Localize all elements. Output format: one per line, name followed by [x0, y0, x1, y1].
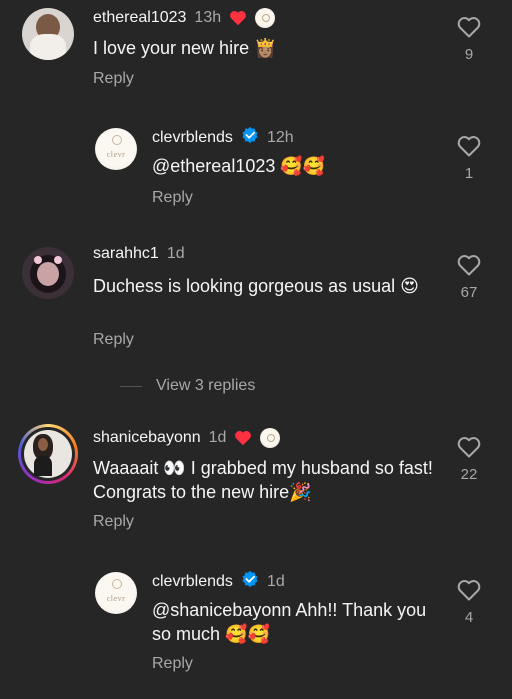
like-button[interactable]: 4	[449, 579, 489, 626]
avatar-story-ring[interactable]	[18, 424, 78, 484]
avatar[interactable]	[22, 247, 74, 299]
like-button[interactable]: 22	[449, 436, 489, 483]
timestamp: 12h	[266, 128, 294, 146]
like-count: 67	[460, 284, 478, 301]
heart-outline-icon	[449, 579, 489, 601]
avatar[interactable]	[22, 8, 74, 60]
heart-outline-icon	[449, 16, 489, 38]
like-count: 9	[464, 46, 474, 63]
like-count: 1	[464, 165, 474, 182]
verified-badge-icon	[241, 570, 259, 593]
view-replies-button[interactable]: View 3 replies	[120, 377, 255, 395]
like-count: 22	[460, 466, 478, 483]
timestamp: 1d	[266, 572, 285, 590]
username[interactable]: shanicebayonn	[93, 429, 201, 447]
reply-button[interactable]: Reply	[152, 189, 193, 207]
like-button[interactable]: 9	[449, 16, 489, 63]
comment-text: Waaaait 👀 I grabbed my husband so fast! …	[93, 458, 433, 502]
like-button[interactable]: 1	[449, 135, 489, 182]
reply-button[interactable]: Reply	[152, 655, 193, 673]
comment-text: @ethereal1023 🥰🥰	[152, 156, 326, 176]
verified-badge-icon	[241, 126, 259, 149]
creator-avatar-icon	[255, 8, 276, 28]
timestamp: 13h	[194, 9, 222, 26]
reply-button[interactable]: Reply	[93, 331, 134, 349]
username[interactable]: sarahhc1	[93, 245, 159, 263]
username[interactable]: ethereal1023	[93, 9, 186, 27]
avatar-logo-text: clevr	[106, 149, 126, 159]
comment-text: I love your new hire 👸🏽	[93, 38, 277, 58]
username[interactable]: clevrblends	[152, 129, 233, 147]
reply-button[interactable]: Reply	[93, 70, 134, 88]
creator-liked-heart-icon	[229, 10, 247, 26]
divider	[120, 385, 142, 387]
heart-outline-icon	[449, 254, 489, 276]
comment-text: Duchess is looking gorgeous as usual 😍	[93, 276, 419, 296]
like-count: 4	[464, 609, 474, 626]
heart-outline-icon	[449, 135, 489, 157]
heart-outline-icon	[449, 436, 489, 458]
avatar[interactable]: clevr	[95, 572, 137, 614]
view-replies-label: View 3 replies	[156, 377, 256, 394]
avatar[interactable]: clevr	[95, 128, 137, 170]
comment-text: @shanicebayonn Ahh!! Thank you so much 🥰…	[152, 600, 427, 644]
avatar-logo-text: clevr	[106, 593, 126, 603]
reply-button[interactable]: Reply	[93, 513, 134, 531]
timestamp: 1d	[166, 245, 185, 262]
creator-liked-heart-icon	[234, 430, 252, 446]
like-button[interactable]: 67	[449, 254, 489, 301]
timestamp: 1d	[208, 429, 227, 446]
username[interactable]: clevrblends	[152, 573, 233, 591]
creator-avatar-icon	[260, 428, 281, 448]
